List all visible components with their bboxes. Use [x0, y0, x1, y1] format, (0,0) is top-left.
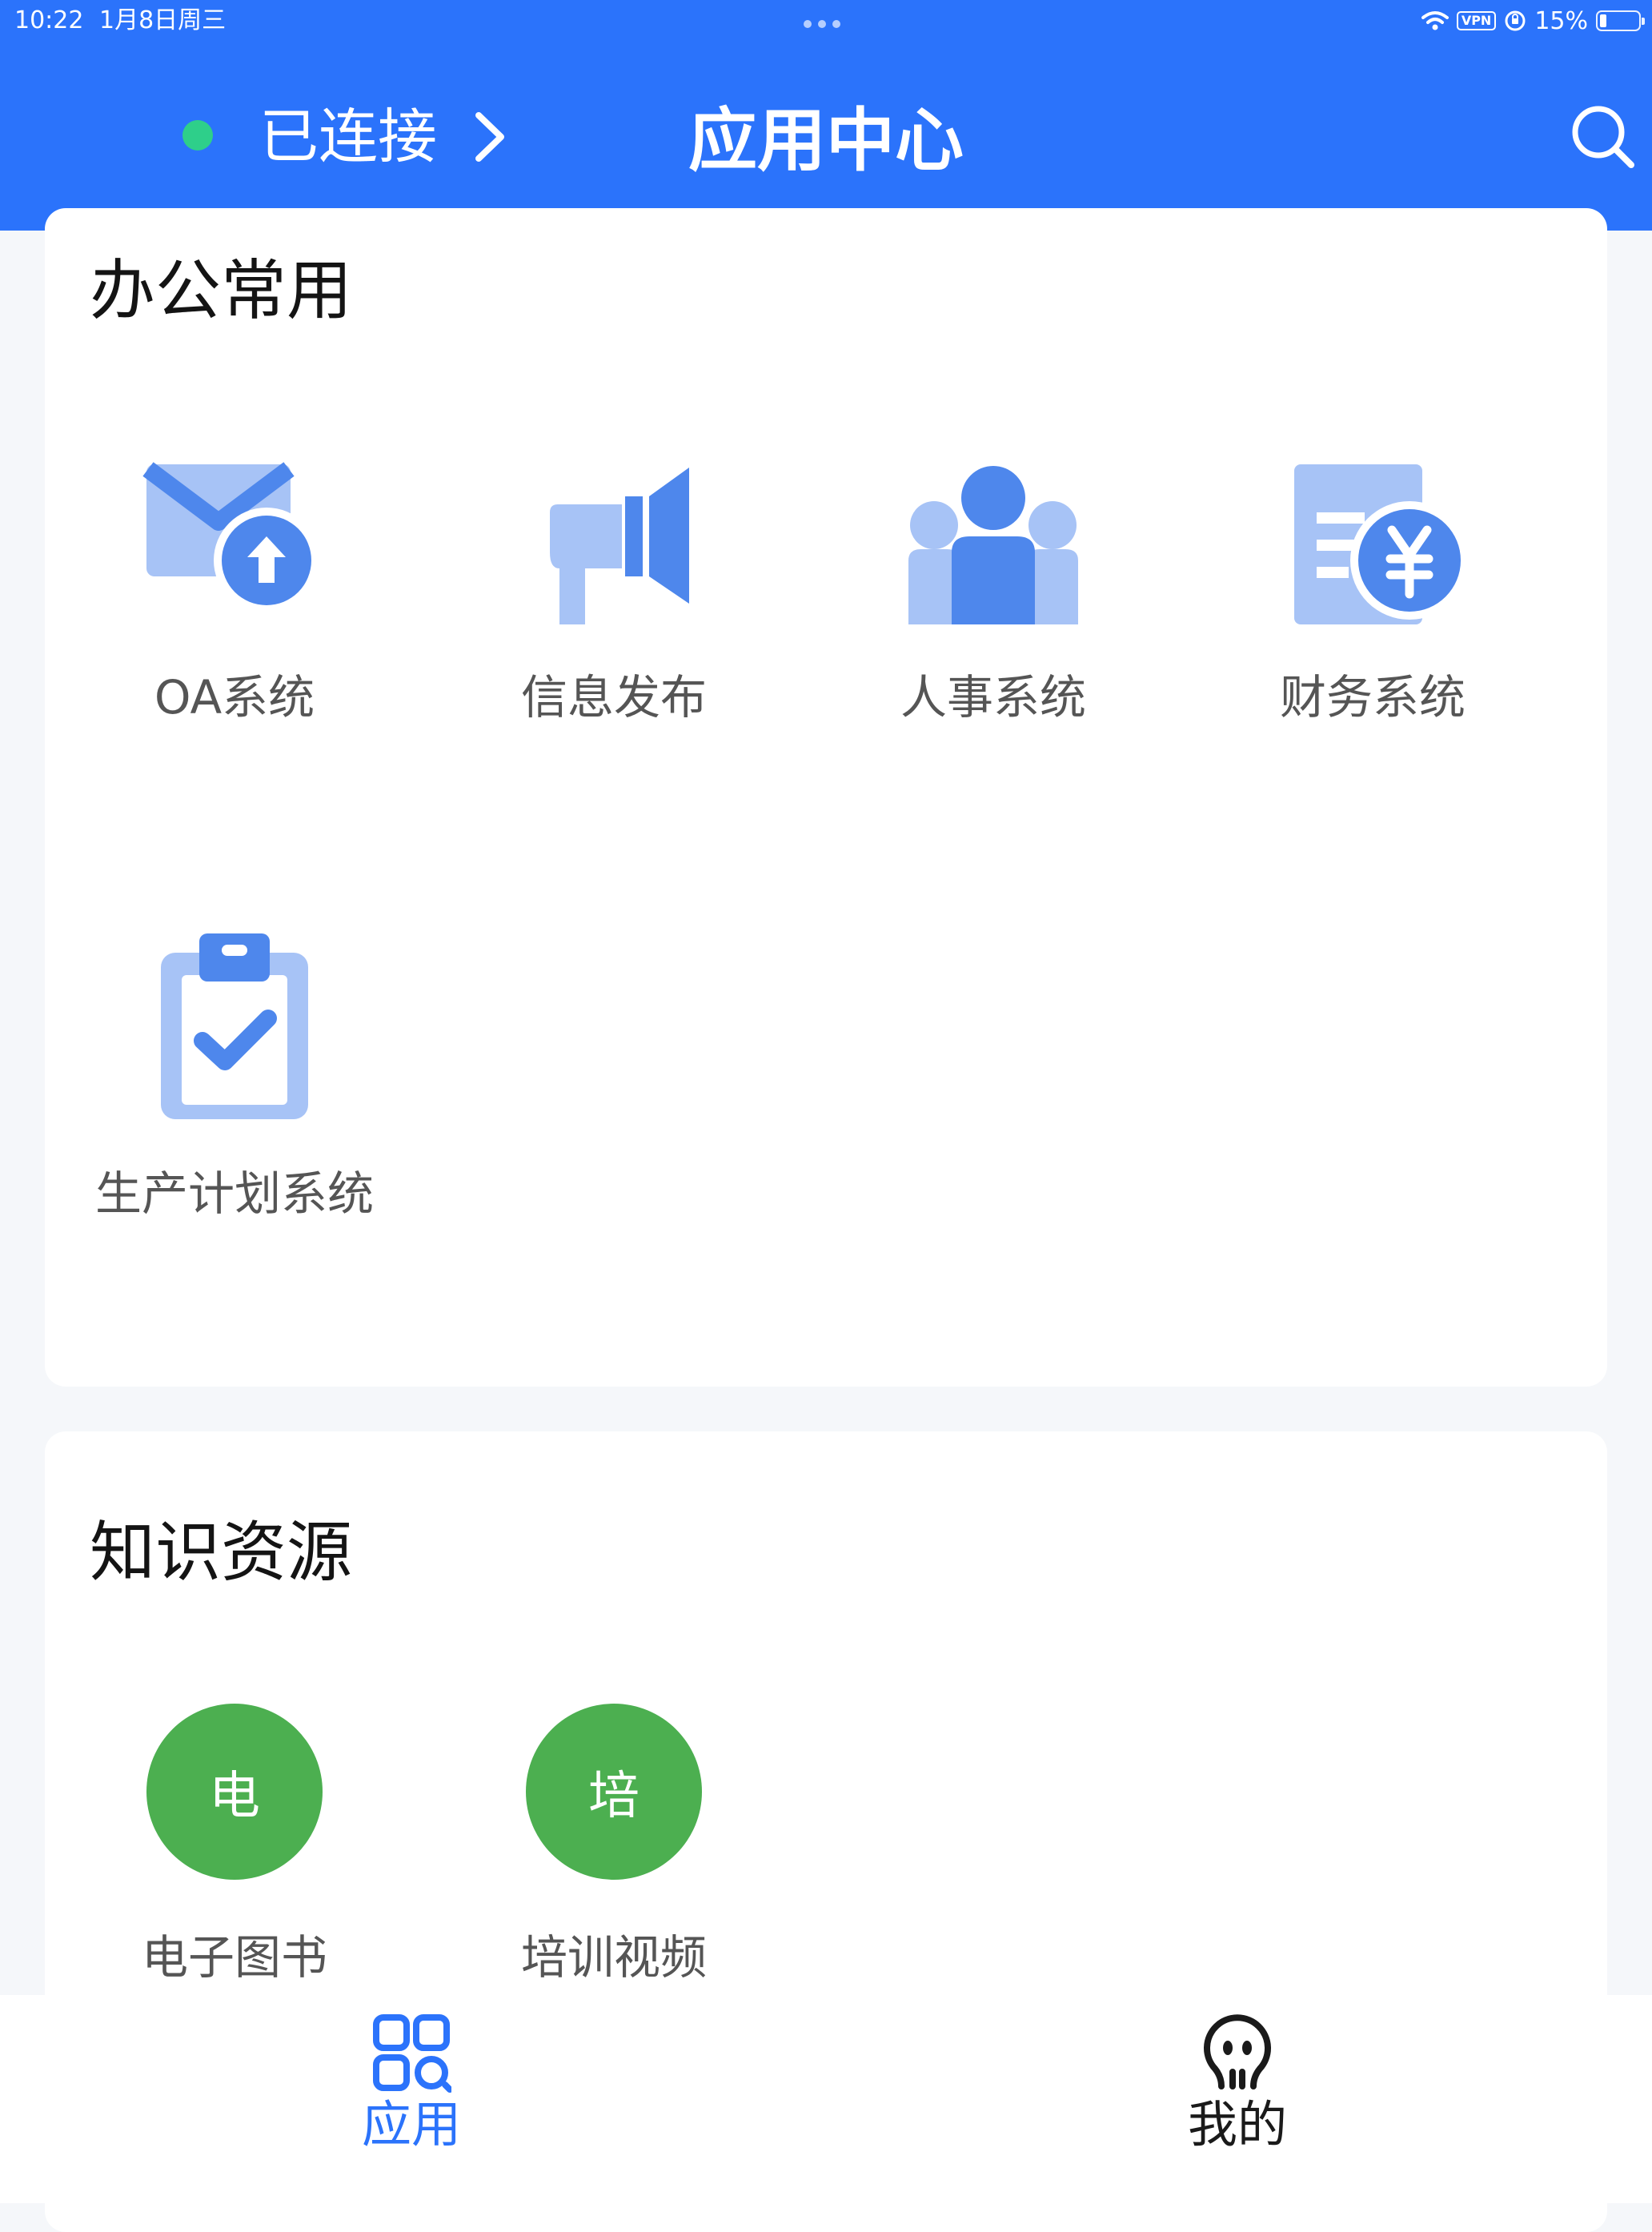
- app-header: 10:22 1月8日周三 VPN 15% 已连接 应用中心: [0, 0, 1652, 231]
- ebook-avatar: 电: [146, 1704, 323, 1880]
- apps-grid-icon: [373, 2014, 451, 2093]
- app-training-video[interactable]: 培 培训视频: [424, 1704, 804, 1985]
- app-oa-system[interactable]: OA系统: [45, 432, 424, 725]
- tab-label: 我的: [1187, 2095, 1287, 2154]
- tab-label: 应用: [361, 2095, 461, 2154]
- app-label: 人事系统: [900, 670, 1086, 725]
- section-card-office: 办公常用 OA系统 信息发布 人事系统 财务系统 生产计划系统: [45, 208, 1607, 1387]
- battery-percent: 15%: [1534, 6, 1588, 35]
- section-title: 办公常用: [90, 253, 353, 329]
- connection-status-link[interactable]: 已连接: [259, 105, 437, 169]
- app-label: 电子图书: [141, 1930, 327, 1985]
- app-hr-system[interactable]: 人事系统: [804, 432, 1183, 725]
- tab-apps[interactable]: 应用: [291, 2013, 531, 2154]
- orientation-lock-icon: [1505, 10, 1526, 31]
- status-time: 10:22: [14, 6, 84, 34]
- vpn-badge: VPN: [1456, 11, 1497, 30]
- clipboard-check-icon: [161, 933, 308, 1119]
- connection-status-dot: [182, 120, 213, 151]
- chevron-right-icon[interactable]: [471, 110, 509, 163]
- app-label: 信息发布: [520, 670, 707, 725]
- app-label: OA系统: [154, 670, 315, 725]
- page-title: 应用中心: [688, 101, 964, 181]
- multitasking-dots-icon[interactable]: [804, 20, 840, 28]
- app-ebook[interactable]: 电 电子图书: [45, 1704, 424, 1985]
- status-indicators: VPN 15%: [1421, 5, 1645, 37]
- app-label: 培训视频: [520, 1930, 707, 1985]
- app-finance-system[interactable]: 财务系统: [1183, 432, 1562, 725]
- megaphone-icon: [550, 468, 689, 624]
- app-info-publish[interactable]: 信息发布: [424, 432, 804, 725]
- tab-mine[interactable]: 我的: [1117, 2013, 1357, 2154]
- search-icon[interactable]: [1569, 102, 1636, 170]
- people-icon: [908, 466, 1078, 624]
- mail-upload-icon: [142, 462, 319, 613]
- training-avatar: 培: [526, 1704, 702, 1880]
- wifi-icon: [1421, 11, 1449, 30]
- profile-face-icon: [1204, 2014, 1271, 2089]
- finance-yen-icon: [1294, 464, 1469, 624]
- app-production-plan[interactable]: 生产计划系统: [45, 929, 424, 1222]
- app-label: 生产计划系统: [94, 1166, 374, 1221]
- bottom-tab-bar: 应用 我的: [0, 1995, 1652, 2203]
- battery-icon: [1596, 10, 1645, 31]
- app-label: 财务系统: [1279, 670, 1466, 725]
- status-date: 1月8日周三: [99, 6, 227, 34]
- section-title: 知识资源: [90, 1515, 353, 1591]
